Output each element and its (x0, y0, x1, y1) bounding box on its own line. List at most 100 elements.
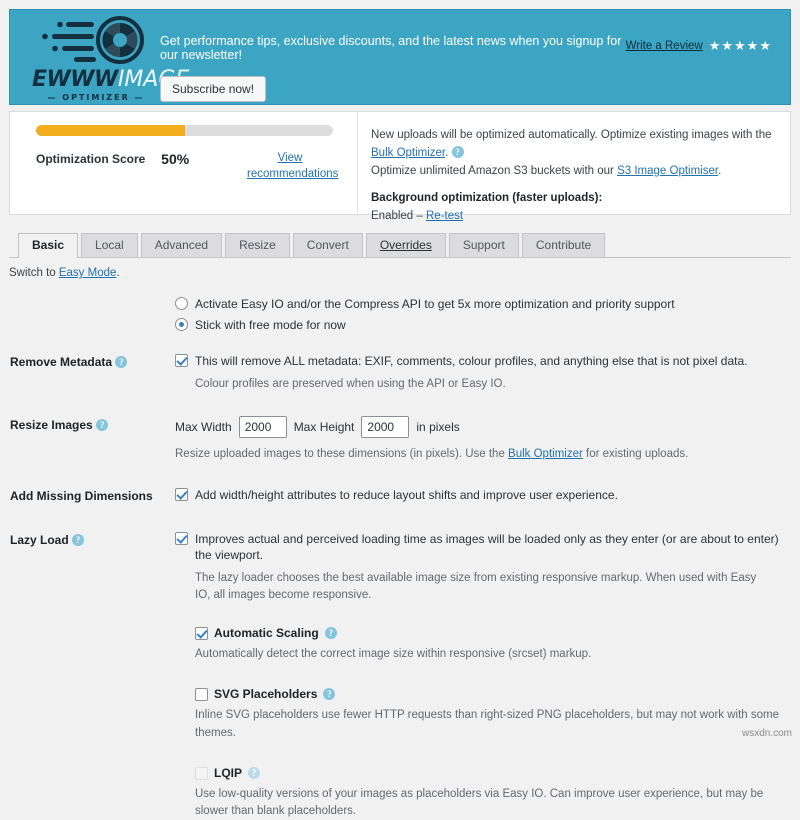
mode-option-paid[interactable]: Activate Easy IO and/or the Compress API… (175, 296, 788, 312)
tab-convert[interactable]: Convert (292, 233, 363, 257)
info-line-1-text: New uploads will be optimized automatica… (371, 129, 772, 141)
lazy-load-label-text: Lazy Load (10, 533, 69, 548)
lazy-sub-option: LQIP? Use low-quality versions of your im… (195, 766, 788, 820)
tab-label: Basic (32, 238, 65, 252)
remove-metadata-checkbox-text: This will remove ALL metadata: EXIF, com… (195, 354, 748, 369)
mode-row-label (10, 296, 175, 298)
max-height-label: Max Height (293, 419, 355, 434)
tab-contribute[interactable]: Contribute (521, 233, 606, 257)
status-panel: Optimization Score 50% View recommendati… (9, 111, 791, 222)
info-line-1: New uploads will be optimized automatica… (371, 127, 774, 163)
add-missing-dimensions-row: Add Missing Dimensions Add width/height … (0, 487, 800, 503)
lazy-load-desc: The lazy loader chooses the best availab… (195, 571, 757, 601)
max-width-input[interactable] (238, 415, 287, 438)
s3-image-optimiser-link[interactable]: S3 Image Optimiser (617, 165, 718, 177)
background-optimization-status: Enabled – Re-test (371, 208, 774, 226)
resize-images-label: Resize Images ? (10, 416, 175, 432)
score-label: Optimization Score (36, 152, 146, 166)
help-icon[interactable]: ? (96, 418, 109, 431)
tab-advanced[interactable]: Advanced (140, 233, 223, 257)
help-icon[interactable]: ? (324, 627, 337, 640)
star-rating-icon: ★★★★★ (708, 38, 772, 53)
write-a-review-link[interactable]: Write a Review (626, 40, 703, 52)
switch-mode-suffix: . (116, 267, 120, 279)
lazy-sub-option-title: LQIP (214, 765, 243, 780)
bulk-optimizer-link[interactable]: Bulk Optimizer (508, 448, 583, 460)
checkbox-lazy-load[interactable] (175, 532, 188, 546)
status-info-box: New uploads will be optimized automatica… (358, 112, 790, 222)
resize-images-body: Max Width Max Height in pixels Resize up… (175, 415, 800, 463)
tab-resize[interactable]: Resize (225, 233, 290, 257)
lazy-load-option[interactable]: Improves actual and perceived loading ti… (175, 531, 788, 563)
radio-activate-easyio[interactable] (175, 297, 188, 310)
lazy-sub-option-header[interactable]: Automatic Scaling? (195, 626, 788, 641)
lazy-sub-option: SVG Placeholders? Inline SVG placeholders… (195, 687, 788, 742)
checkbox-lqip (195, 766, 208, 780)
subscribe-button[interactable]: Subscribe now! (160, 76, 267, 102)
newsletter-banner: EWWWIMAGE — OPTIMIZER — Get performance … (9, 9, 791, 105)
lazy-sub-option-header[interactable]: LQIP? (195, 766, 788, 780)
help-icon[interactable]: ? (72, 534, 85, 547)
info-line-2-text: Optimize unlimited Amazon S3 buckets wit… (371, 164, 618, 177)
add-missing-dimensions-option[interactable]: Add width/height attributes to reduce la… (175, 487, 788, 503)
remove-metadata-label: Remove Metadata ? (10, 353, 175, 369)
lazy-load-row: Lazy Load ? Improves actual and perceive… (0, 531, 800, 820)
radio-free-mode[interactable] (175, 318, 188, 332)
lazy-load-checkbox-text: Improves actual and perceived loading ti… (195, 532, 779, 563)
tab-overrides[interactable]: Overrides (365, 233, 446, 257)
add-missing-dimensions-body: Add width/height attributes to reduce la… (175, 487, 800, 503)
max-height-input[interactable] (361, 415, 410, 438)
resize-fields: Max Width Max Height in pixels (175, 415, 788, 438)
remove-metadata-body: This will remove ALL metadata: EXIF, com… (175, 353, 800, 392)
checkbox-add-missing-dimensions[interactable] (175, 488, 188, 502)
mode-row-body: Activate Easy IO and/or the Compress API… (175, 296, 800, 333)
lazy-load-sub-options: Automatic Scaling? Automatically detect t… (195, 626, 788, 820)
tab-label: Convert (306, 238, 349, 252)
easy-mode-link[interactable]: Easy Mode (59, 267, 117, 279)
tab-local[interactable]: Local (81, 233, 138, 257)
checkbox-automatic-scaling[interactable] (195, 627, 208, 641)
resize-images-row: Resize Images ? Max Width Max Height in … (0, 415, 800, 463)
settings-form: Activate Easy IO and/or the Compress API… (0, 296, 800, 820)
bulk-optimizer-link[interactable]: Bulk Optimizer (371, 147, 445, 159)
tab-label: Overrides (379, 238, 432, 252)
resize-desc-a: Resize uploaded images to these dimensio… (175, 447, 509, 460)
app-logo: EWWWIMAGE — OPTIMIZER — (10, 10, 189, 102)
optimization-score-box: Optimization Score 50% View recommendati… (10, 112, 358, 214)
checkbox-svg-placeholders[interactable] (195, 688, 208, 702)
banner-review-area: Write a Review ★★★★★ (626, 10, 790, 54)
resize-desc-b: for existing uploads. (582, 447, 689, 460)
lazy-load-label: Lazy Load ? (10, 531, 175, 547)
logo-brand-primary: EWWW (32, 67, 118, 92)
info-line-1-period: . (445, 146, 449, 159)
mode-option-free[interactable]: Stick with free mode for now (175, 317, 788, 333)
help-icon[interactable]: ? (451, 145, 464, 158)
help-icon[interactable]: ? (323, 688, 336, 701)
lazy-sub-option-desc: Use low-quality versions of your images … (195, 787, 764, 818)
tab-basic[interactable]: Basic (18, 233, 79, 258)
site-watermark: wsxdn.com (741, 728, 792, 739)
add-missing-dimensions-label: Add Missing Dimensions (10, 489, 153, 504)
mode-option-paid-label: Activate Easy IO and/or the Compress API… (195, 297, 675, 311)
checkbox-remove-metadata[interactable] (175, 354, 188, 368)
tab-label: Resize (239, 238, 276, 252)
lazy-load-body: Improves actual and perceived loading ti… (175, 531, 800, 820)
help-icon[interactable]: ? (248, 766, 261, 779)
lazy-sub-option-header[interactable]: SVG Placeholders? (195, 687, 788, 702)
lazy-sub-option-desc: Automatically detect the correct image s… (195, 648, 592, 661)
lazy-sub-option-title: SVG Placeholders (214, 687, 318, 702)
background-status-text: Enabled – (371, 210, 426, 223)
help-icon[interactable]: ? (115, 356, 128, 369)
add-missing-dimensions-text: Add width/height attributes to reduce la… (195, 488, 618, 503)
switch-mode-prefix: Switch to (9, 267, 59, 279)
tab-support[interactable]: Support (448, 233, 519, 257)
score-row: Optimization Score 50% View recommendati… (36, 151, 338, 182)
re-test-link[interactable]: Re-test (426, 210, 463, 222)
remove-metadata-option[interactable]: This will remove ALL metadata: EXIF, com… (175, 353, 788, 369)
mode-row: Activate Easy IO and/or the Compress API… (0, 296, 800, 333)
lazy-sub-option: Automatic Scaling? Automatically detect t… (195, 626, 788, 663)
tab-label: Support (462, 238, 505, 252)
view-recommendations-link[interactable]: View recommendations (247, 151, 338, 182)
score-value: 50% (161, 151, 190, 167)
settings-tabs: Basic Local Advanced Resize Convert Overrides… (9, 232, 791, 258)
